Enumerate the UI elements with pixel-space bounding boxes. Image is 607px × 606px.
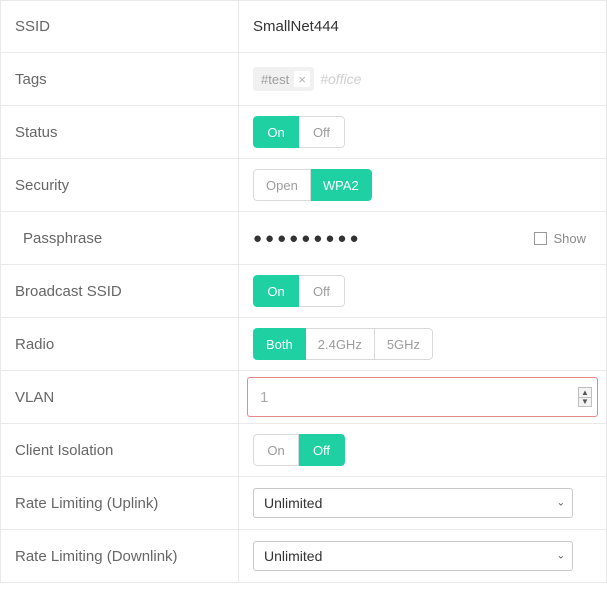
row-tags: Tags #test × #office	[0, 53, 607, 106]
row-broadcast: Broadcast SSID On Off	[0, 265, 607, 318]
ssid-text: SmallNet444	[253, 14, 339, 39]
security-wpa2[interactable]: WPA2	[311, 169, 372, 201]
label-rate-up: Rate Limiting (Uplink)	[1, 477, 239, 529]
status-on[interactable]: On	[253, 116, 299, 148]
security-toggle[interactable]: Open WPA2	[253, 169, 372, 201]
value-rate-up: Unlimited ⌄	[239, 477, 606, 529]
label-vlan: VLAN	[1, 371, 239, 423]
row-isolation: Client Isolation On Off	[0, 424, 607, 477]
value-tags[interactable]: #test × #office	[239, 53, 606, 105]
isolation-toggle[interactable]: On Off	[253, 434, 345, 466]
label-tags: Tags	[1, 53, 239, 105]
value-passphrase: ●●●●●●●●● Show	[239, 212, 606, 264]
security-open[interactable]: Open	[253, 169, 311, 201]
chevron-up-icon[interactable]: ▲	[579, 388, 591, 397]
label-isolation: Client Isolation	[1, 424, 239, 476]
radio-both[interactable]: Both	[253, 328, 306, 360]
chevron-down-icon[interactable]: ▼	[579, 397, 591, 406]
value-vlan: ▲ ▼	[239, 371, 606, 423]
isolation-on[interactable]: On	[253, 434, 299, 466]
label-rate-down: Rate Limiting (Downlink)	[1, 530, 239, 582]
passphrase-masked: ●●●●●●●●●	[253, 230, 362, 247]
tag-chip[interactable]: #test ×	[253, 67, 314, 91]
rate-up-select[interactable]: Unlimited	[253, 488, 573, 518]
label-ssid: SSID	[1, 1, 239, 52]
value-isolation: On Off	[239, 424, 606, 476]
passphrase-show[interactable]: Show	[534, 231, 586, 246]
broadcast-on[interactable]: On	[253, 275, 299, 307]
value-rate-down: Unlimited ⌄	[239, 530, 606, 582]
vlan-input[interactable]	[247, 377, 598, 417]
isolation-off[interactable]: Off	[299, 434, 345, 466]
radio-toggle[interactable]: Both 2.4GHz 5GHz	[253, 328, 433, 360]
broadcast-off[interactable]: Off	[299, 275, 345, 307]
row-radio: Radio Both 2.4GHz 5GHz	[0, 318, 607, 371]
label-security: Security	[1, 159, 239, 211]
row-rate-up: Rate Limiting (Uplink) Unlimited ⌄	[0, 477, 607, 530]
label-radio: Radio	[1, 318, 239, 370]
label-broadcast: Broadcast SSID	[1, 265, 239, 317]
label-status: Status	[1, 106, 239, 158]
rate-down-select[interactable]: Unlimited	[253, 541, 573, 571]
rate-up-select-wrap[interactable]: Unlimited ⌄	[253, 488, 573, 518]
row-vlan: VLAN ▲ ▼	[0, 371, 607, 424]
row-passphrase: Passphrase ●●●●●●●●● Show	[0, 212, 607, 265]
vlan-input-wrap[interactable]: ▲ ▼	[247, 377, 598, 417]
value-radio: Both 2.4GHz 5GHz	[239, 318, 606, 370]
status-toggle[interactable]: On Off	[253, 116, 345, 148]
passphrase-show-label: Show	[553, 231, 586, 246]
label-passphrase: Passphrase	[1, 212, 239, 264]
value-ssid: SmallNet444	[239, 1, 606, 52]
radio-5[interactable]: 5GHz	[375, 328, 433, 360]
row-ssid: SSID SmallNet444	[0, 0, 607, 53]
value-broadcast: On Off	[239, 265, 606, 317]
status-off[interactable]: Off	[299, 116, 345, 148]
row-status: Status On Off	[0, 106, 607, 159]
tag-chip-text: #test	[261, 72, 289, 87]
row-security: Security Open WPA2	[0, 159, 607, 212]
value-security: Open WPA2	[239, 159, 606, 211]
broadcast-toggle[interactable]: On Off	[253, 275, 345, 307]
checkbox-icon[interactable]	[534, 232, 547, 245]
radio-24[interactable]: 2.4GHz	[306, 328, 375, 360]
row-rate-down: Rate Limiting (Downlink) Unlimited ⌄	[0, 530, 607, 583]
rate-down-select-wrap[interactable]: Unlimited ⌄	[253, 541, 573, 571]
vlan-stepper[interactable]: ▲ ▼	[578, 387, 592, 407]
value-status: On Off	[239, 106, 606, 158]
tags-placeholder: #office	[320, 71, 361, 87]
tag-remove-icon[interactable]: ×	[294, 71, 310, 87]
